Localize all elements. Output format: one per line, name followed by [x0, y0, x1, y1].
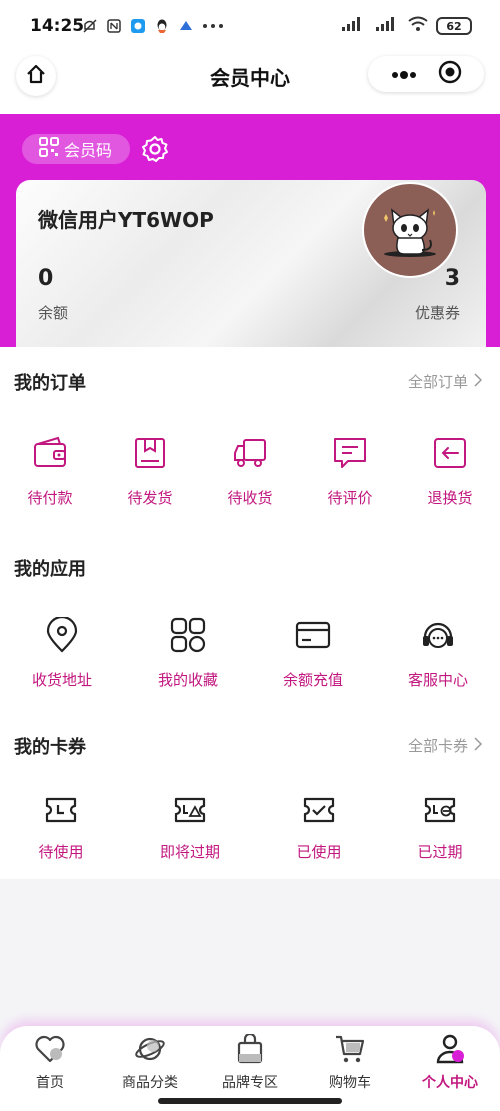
- app-customer-service-label: 客服中心: [407, 671, 468, 689]
- more-menu-button[interactable]: [391, 65, 417, 84]
- member-name: 微信用户YT6WOP: [38, 208, 214, 232]
- signal-icon-2: [374, 16, 400, 36]
- all-orders-link-label: 全部订单: [407, 373, 468, 391]
- coupon-expiring[interactable]: 即将过期: [140, 795, 240, 862]
- app-balance-recharge-label: 余额充值: [282, 671, 343, 689]
- apps-title: 我的应用: [14, 559, 86, 580]
- app-shipping-address-label: 收货地址: [31, 671, 92, 689]
- order-pending-payment-label: 待付款: [27, 489, 73, 507]
- more-dots-icon: [202, 18, 224, 34]
- battery-indicator: 62: [436, 17, 472, 35]
- return-icon: [432, 435, 468, 471]
- all-orders-link[interactable]: 全部订单: [407, 371, 483, 392]
- coupons-section: 我的卡券 全部卡券 待使用 即将过期 已使用 已过期: [0, 711, 500, 879]
- miniprogram-capsule: [368, 56, 484, 92]
- order-pending-receipt[interactable]: 待收货: [200, 435, 300, 508]
- order-pending-shipment-label: 待发货: [127, 489, 173, 507]
- cat-avatar-icon: [384, 208, 436, 257]
- chevron-right-icon: [474, 372, 483, 391]
- status-time: 14:25: [30, 16, 85, 36]
- member-header: 会员码 微信用户YT6WOP 0 余额 3 优惠券: [0, 114, 500, 350]
- app-notification-icon: [130, 18, 146, 34]
- coupon-unused[interactable]: 待使用: [11, 795, 111, 862]
- tab-brands-label: 品牌专区: [222, 1075, 278, 1091]
- tab-categories[interactable]: 商品分类: [100, 1034, 200, 1092]
- card-icon: [295, 617, 331, 653]
- settings-button[interactable]: [140, 134, 170, 164]
- status-bar: 14:25 62: [0, 0, 500, 56]
- avatar[interactable]: [362, 182, 458, 278]
- order-pending-payment[interactable]: 待付款: [0, 435, 100, 508]
- member-code-button[interactable]: 会员码: [22, 134, 130, 164]
- user-icon: [434, 1034, 466, 1064]
- order-pending-review[interactable]: 待评价: [300, 435, 400, 508]
- cart-icon: [334, 1034, 366, 1064]
- tab-profile[interactable]: 个人中心: [400, 1034, 500, 1092]
- coupon-expired[interactable]: 已过期: [390, 795, 490, 862]
- coupon-expired-label: 已过期: [417, 843, 463, 861]
- status-notification-icons: [82, 18, 224, 34]
- coupon-used-label: 已使用: [296, 843, 342, 861]
- nav-bar: 会员中心: [0, 56, 500, 114]
- order-pending-shipment[interactable]: 待发货: [100, 435, 200, 508]
- ticket-expired-icon: [422, 795, 458, 825]
- member-code-label: 会员码: [64, 141, 113, 160]
- location-icon: [44, 615, 80, 653]
- coupon-count-label: 优惠券: [414, 304, 460, 322]
- ticket-warning-icon: [172, 795, 208, 825]
- apps-section: 我的应用 收货地址 我的收藏 余额充值 客服中心: [0, 533, 500, 711]
- coupon-expiring-label: 即将过期: [159, 843, 220, 861]
- status-system-icons: 62: [340, 16, 472, 36]
- orders-title: 我的订单: [14, 373, 86, 394]
- qrcode-icon: [38, 136, 60, 162]
- coupon-used[interactable]: 已使用: [269, 795, 369, 862]
- coupon-unused-label: 待使用: [38, 843, 84, 861]
- all-coupons-link[interactable]: 全部卡券: [407, 735, 483, 756]
- ticket-clock-icon: [43, 795, 79, 825]
- chevron-right-icon: [474, 736, 483, 755]
- signal-icon: [340, 16, 366, 36]
- gear-icon: [140, 136, 170, 168]
- tab-profile-label: 个人中心: [422, 1075, 478, 1091]
- tab-categories-label: 商品分类: [122, 1075, 178, 1091]
- close-miniprogram-button[interactable]: [438, 60, 462, 88]
- mute-icon: [82, 18, 98, 34]
- headset-icon: [420, 617, 456, 653]
- orders-section: 我的订单 全部订单 待付款 待发货 待收货 待评价 退换货: [0, 347, 500, 533]
- wallet-icon: [32, 435, 68, 471]
- ticket-check-icon: [301, 795, 337, 825]
- app-my-favorites-label: 我的收藏: [157, 671, 218, 689]
- wifi-icon: [408, 16, 428, 36]
- coupons-title: 我的卡券: [14, 737, 86, 758]
- tab-cart[interactable]: 购物车: [300, 1034, 400, 1092]
- tab-home-label: 首页: [36, 1075, 64, 1091]
- grid-icon: [170, 617, 206, 653]
- truck-icon: [232, 435, 268, 471]
- heart-icon: [34, 1034, 66, 1064]
- order-return-exchange-label: 退换货: [427, 489, 473, 507]
- balance-label: 余额: [38, 304, 69, 322]
- balance-value[interactable]: 0: [38, 266, 53, 291]
- order-return-exchange[interactable]: 退换货: [400, 435, 500, 508]
- app-small-icon: [178, 18, 194, 34]
- coupon-count-value[interactable]: 3: [445, 266, 460, 291]
- planet-icon: [134, 1034, 166, 1064]
- app-my-favorites[interactable]: 我的收藏: [138, 617, 238, 690]
- order-pending-review-label: 待评价: [327, 489, 373, 507]
- nfc-icon: [106, 18, 122, 34]
- tab-cart-label: 购物车: [329, 1075, 371, 1091]
- tab-brands[interactable]: 品牌专区: [200, 1032, 300, 1092]
- home-indicator: [158, 1098, 342, 1104]
- app-balance-recharge[interactable]: 余额充值: [263, 617, 363, 690]
- app-shipping-address[interactable]: 收货地址: [12, 615, 112, 690]
- app-customer-service[interactable]: 客服中心: [388, 617, 488, 690]
- tab-home[interactable]: 首页: [0, 1034, 100, 1092]
- all-coupons-link-label: 全部卡券: [407, 737, 468, 755]
- box-icon: [132, 435, 168, 471]
- qq-icon: [154, 18, 170, 34]
- bag-icon: [234, 1032, 266, 1064]
- comment-icon: [332, 435, 368, 471]
- order-pending-receipt-label: 待收货: [227, 489, 273, 507]
- member-card: 微信用户YT6WOP 0 余额 3 优惠券: [16, 180, 486, 350]
